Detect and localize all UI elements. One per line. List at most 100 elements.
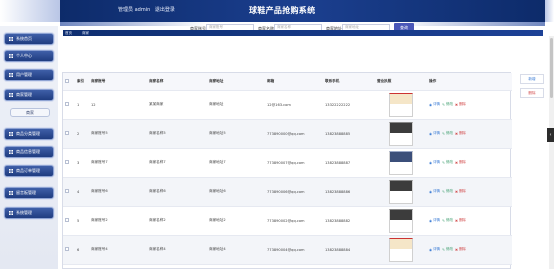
table-row[interactable]: 4 商家账号6 商家名称6 商家地址6 773890006@qq.com 13823888… xyxy=(63,177,512,207)
edit-button[interactable]: ✎ 修改 xyxy=(442,160,453,165)
cell-phone: 13823888887 xyxy=(323,148,375,178)
cell-address: 商家地址2 xyxy=(207,206,265,236)
view-button[interactable]: ◉ 详情 xyxy=(429,102,440,107)
page-scrollbar[interactable] xyxy=(549,36,554,269)
pencil-icon: ✎ xyxy=(442,247,445,252)
delete-button[interactable]: ✖ 删除 xyxy=(455,218,466,223)
edit-button[interactable]: ✎ 修改 xyxy=(442,102,453,107)
sidebar-item-3[interactable]: 用户管理 xyxy=(4,69,54,81)
sidebar-item-1[interactable]: 系统首页 xyxy=(4,33,54,45)
license-image xyxy=(389,179,413,204)
cell-index: 3 xyxy=(75,148,89,178)
eye-icon: ◉ xyxy=(429,160,433,165)
delete-button[interactable]: ✖ 删除 xyxy=(455,131,466,136)
cell-name: 商家名称6 xyxy=(147,177,207,207)
cell-account: 12 xyxy=(89,90,147,120)
sidebar-sub-item-merchant[interactable]: 商家 xyxy=(10,108,50,117)
action-label: 修改 xyxy=(446,247,453,251)
edit-button[interactable]: ✎ 修改 xyxy=(442,131,453,136)
logout-link[interactable]: 退出登录 xyxy=(155,7,175,13)
sidebar-item-label: 系统管理 xyxy=(16,210,32,215)
table-row[interactable]: 2 商家账号5 商家名称5 商家地址5 773890000@qq.com 13823888… xyxy=(63,119,512,149)
scrollbar-thumb[interactable] xyxy=(550,38,553,98)
row-checkbox[interactable] xyxy=(63,148,75,178)
pencil-icon: ✎ xyxy=(442,102,445,107)
license-image xyxy=(389,92,413,117)
header-email: 邮箱 xyxy=(265,73,323,91)
delete-button[interactable]: ✖ 删除 xyxy=(455,189,466,194)
header-actions: 操作 xyxy=(427,73,512,91)
action-label: 修改 xyxy=(446,102,453,106)
trash-icon: ✖ xyxy=(455,160,458,165)
header-index: 索引 xyxy=(75,73,89,91)
eye-icon: ◉ xyxy=(429,131,433,136)
table-row[interactable]: 3 商家账号7 商家名称7 商家地址7 773890007@qq.com 13823888… xyxy=(63,148,512,178)
row-checkbox[interactable] xyxy=(63,177,75,207)
cell-name: 商家名称4 xyxy=(147,235,207,265)
table-row[interactable]: 5 商家账号2 商家名称2 商家地址2 773890002@qq.com 13823888… xyxy=(63,206,512,236)
batch-delete-button[interactable]: 删除 xyxy=(520,88,544,98)
breadcrumb-home[interactable]: 首页 xyxy=(65,31,72,36)
trash-icon: ✖ xyxy=(455,218,458,223)
square-icon xyxy=(9,54,13,58)
square-icon xyxy=(9,169,13,173)
table-row[interactable]: 1 12 某某商家 商家地址 12@163.com 13322222222 ◉ 详情 ✎ 修改 ✖ 删… xyxy=(63,90,512,120)
sidebar-item-label: 商品订单管理 xyxy=(16,168,40,173)
row-checkbox[interactable] xyxy=(63,119,75,149)
license-image xyxy=(389,237,413,262)
pencil-icon: ✎ xyxy=(442,160,445,165)
square-icon xyxy=(9,211,13,215)
cell-license xyxy=(375,148,427,178)
delete-button[interactable]: ✖ 删除 xyxy=(455,102,466,107)
cell-index: 6 xyxy=(75,235,89,265)
header-address: 商家地址 xyxy=(207,73,265,91)
trash-icon: ✖ xyxy=(455,131,458,136)
action-label: 删除 xyxy=(458,247,466,251)
action-label: 删除 xyxy=(458,189,466,193)
data-table-panel: 索引 商家账号 商家名称 商家地址 邮箱 联系手机 营业执照 操作 1 12 某某商… xyxy=(62,72,512,269)
pencil-icon: ✎ xyxy=(442,189,445,194)
action-label: 详情 xyxy=(433,160,441,164)
table-row[interactable]: 6 商家账号4 商家名称4 商家地址4 773890004@qq.com 13823888… xyxy=(63,235,512,265)
row-checkbox[interactable] xyxy=(63,206,75,236)
sidebar-item-4[interactable]: 商家管理 xyxy=(4,89,54,101)
cell-phone: 13823888885 xyxy=(323,119,375,149)
square-icon xyxy=(9,93,13,97)
action-label: 修改 xyxy=(446,218,453,222)
sidebar-item-9[interactable]: 系统管理 xyxy=(4,207,54,219)
view-button[interactable]: ◉ 详情 xyxy=(429,247,440,252)
action-label: 详情 xyxy=(433,218,441,222)
sidebar-item-6[interactable]: 商品信息管理 xyxy=(4,146,54,158)
breadcrumb: 首页 商家 xyxy=(63,30,543,36)
delete-button[interactable]: ✖ 删除 xyxy=(455,160,466,165)
cell-index: 4 xyxy=(75,177,89,207)
delete-button[interactable]: ✖ 删除 xyxy=(455,247,466,252)
edit-button[interactable]: ✎ 修改 xyxy=(442,189,453,194)
view-button[interactable]: ◉ 详情 xyxy=(429,131,440,136)
edit-button[interactable]: ✎ 修改 xyxy=(442,247,453,252)
square-icon xyxy=(9,132,13,136)
view-button[interactable]: ◉ 详情 xyxy=(429,189,440,194)
eye-icon: ◉ xyxy=(429,189,433,194)
add-button[interactable]: 新增 xyxy=(520,74,544,84)
cell-actions: ◉ 详情 ✎ 修改 ✖ 删除 xyxy=(427,235,512,265)
sidebar-item-2[interactable]: 个人中心 xyxy=(4,50,54,62)
action-label: 删除 xyxy=(458,131,466,135)
header-license: 营业执照 xyxy=(375,73,427,91)
square-icon xyxy=(9,37,13,41)
cell-name: 某某商家 xyxy=(147,90,207,120)
chevron-left-icon[interactable]: ‹ xyxy=(547,128,554,142)
row-checkbox[interactable] xyxy=(63,235,75,265)
sidebar-item-8[interactable]: 留言板管理 xyxy=(4,187,54,199)
cell-account: 商家账号5 xyxy=(89,119,147,149)
edit-button[interactable]: ✎ 修改 xyxy=(442,218,453,223)
square-icon xyxy=(9,191,13,195)
view-button[interactable]: ◉ 详情 xyxy=(429,160,440,165)
cell-index: 1 xyxy=(75,90,89,120)
header-checkbox[interactable] xyxy=(63,73,75,91)
sidebar-item-5[interactable]: 商品分类管理 xyxy=(4,128,54,140)
view-button[interactable]: ◉ 详情 xyxy=(429,218,440,223)
sidebar-item-7[interactable]: 商品订单管理 xyxy=(4,165,54,177)
row-checkbox[interactable] xyxy=(63,90,75,120)
header-account: 商家账号 xyxy=(89,73,147,91)
